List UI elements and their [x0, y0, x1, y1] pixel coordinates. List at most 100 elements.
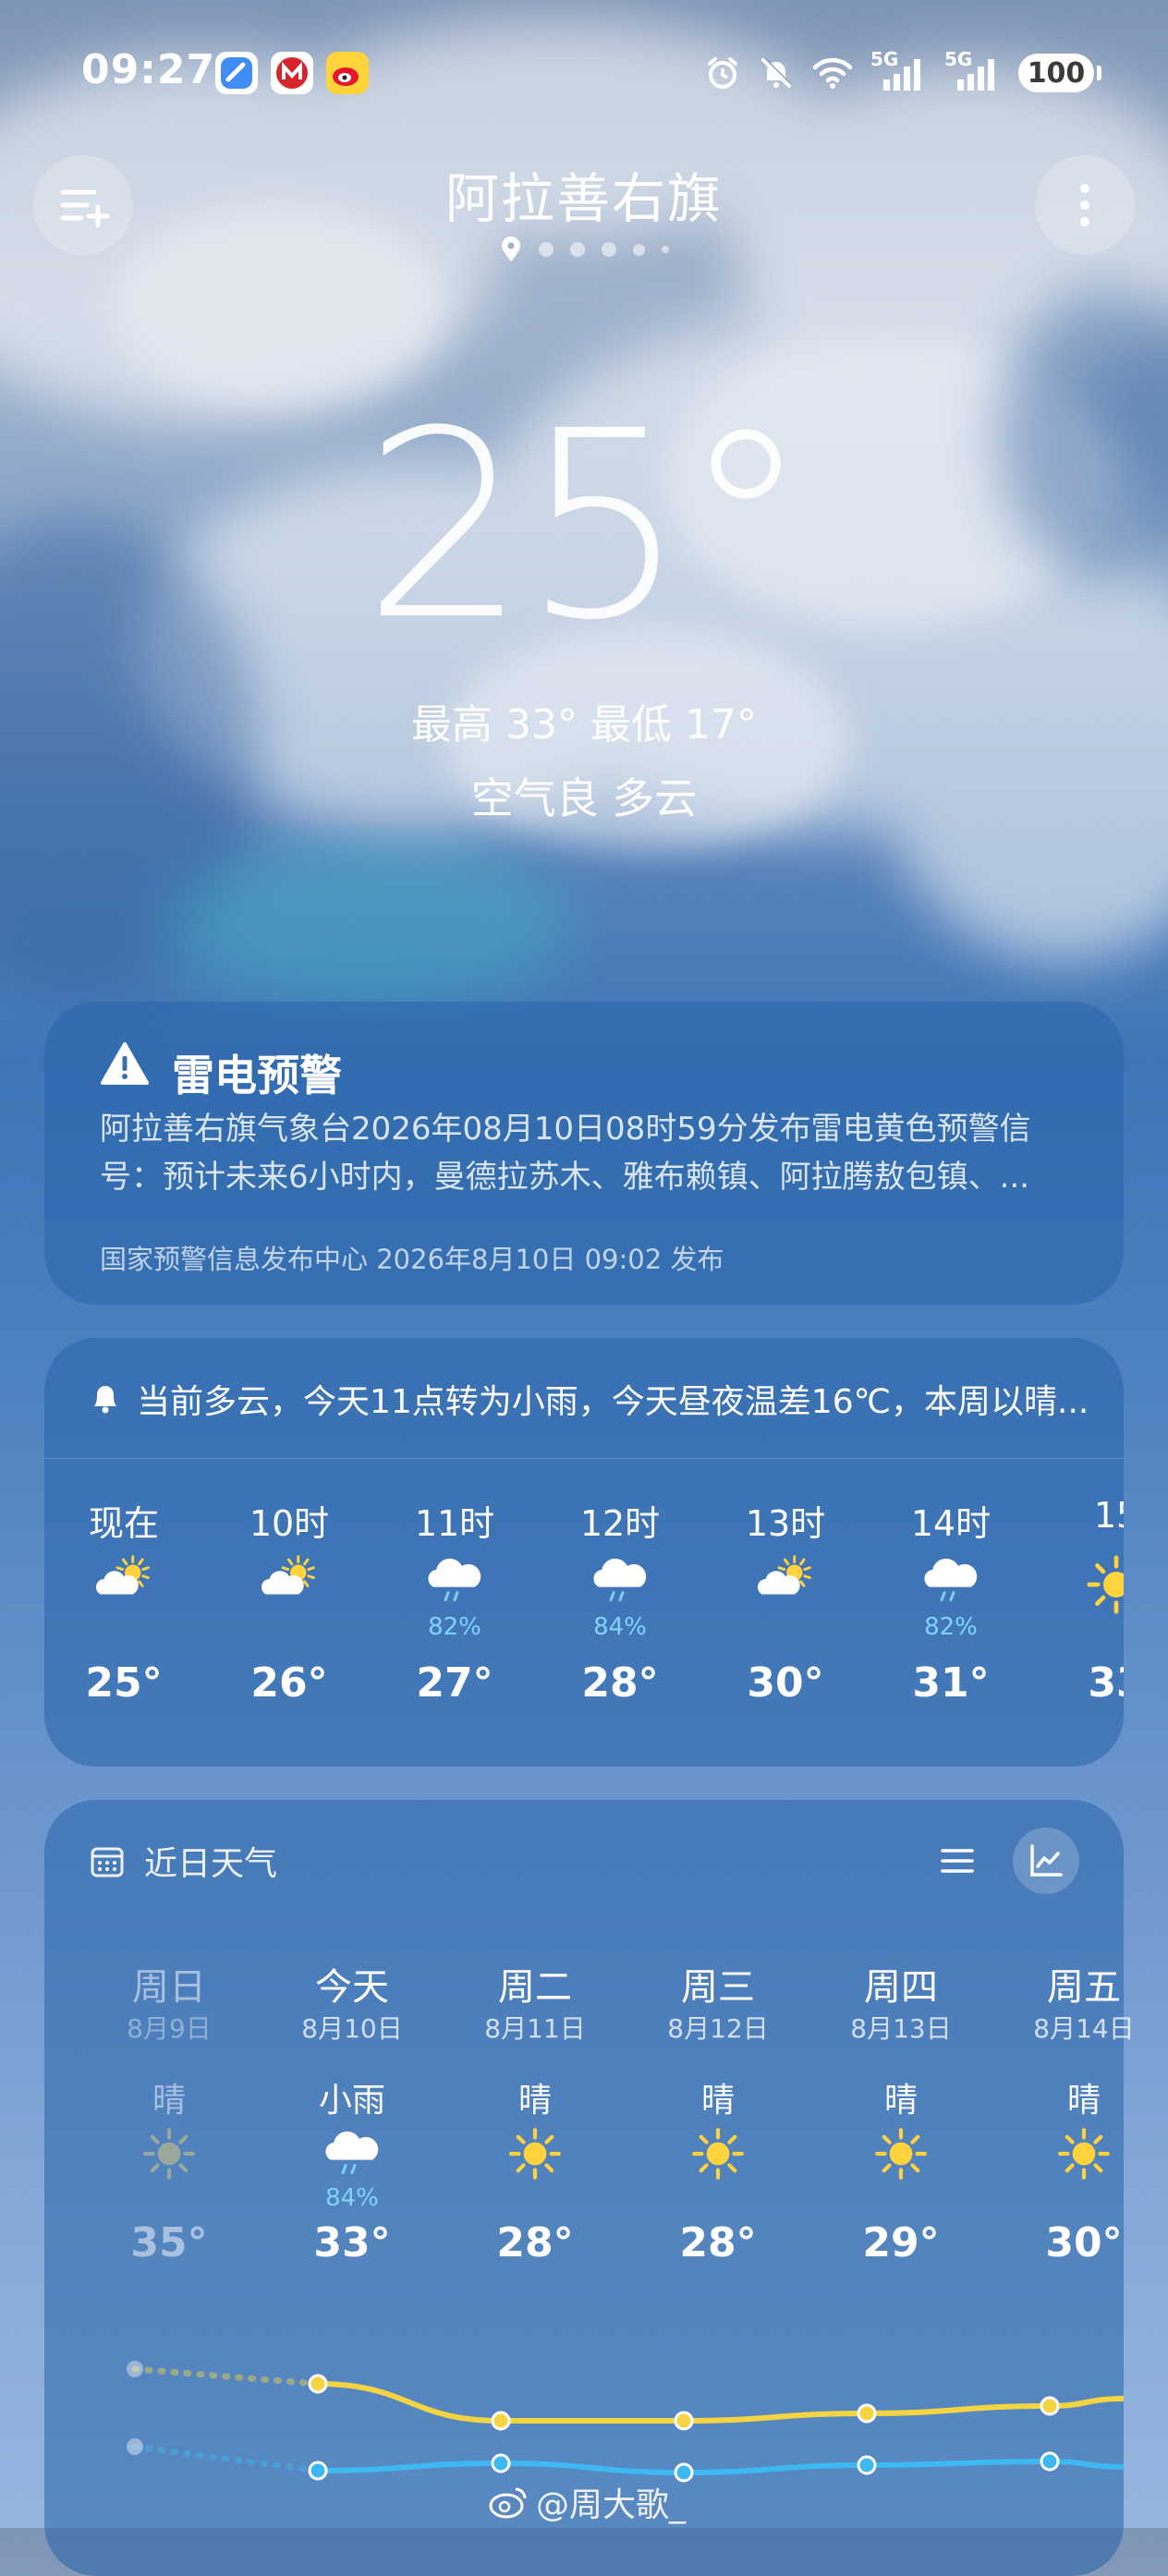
partly-cloudy-icon: [753, 1552, 818, 1608]
warning-icon: [101, 1042, 149, 1085]
signal-2-icon: 5G: [944, 48, 1002, 94]
sunny-icon: [1084, 1552, 1124, 1621]
day-condition: 晴: [152, 2082, 186, 2120]
daily-forecast-title: 近日天气: [144, 1845, 278, 1883]
hour-label: 现在: [88, 1503, 159, 1544]
day-item[interactable]: 周三 8月12日 晴 28°: [627, 1957, 809, 2266]
sunny-icon: [140, 2125, 198, 2186]
hourly-item: 12时 84% 28°: [537, 1495, 703, 1707]
weibo-app-icon: [326, 52, 369, 94]
precip-probability: 82%: [924, 1612, 978, 1641]
chart-view-button[interactable]: [1013, 1828, 1079, 1894]
alarm-icon: [708, 57, 737, 89]
status-bar: 09:27 5G 5G 100: [81, 46, 1101, 102]
daily-forecast-card[interactable]: 近日天气 周日 8月9日 晴 35° 今天 8月10日 小雨 84% 33° 周二 …: [44, 1800, 1135, 2576]
page-dot: [601, 242, 616, 257]
low-temp-point: [127, 2438, 143, 2455]
list-icon: [941, 1849, 974, 1873]
hourly-list[interactable]: 现在 25° 10时 26° 11时 82% 27° 12时 84% 28° 13时 3…: [44, 1495, 1124, 1772]
sunny-icon: [1055, 2125, 1113, 2186]
metro-app-icon: [271, 52, 313, 94]
high-temp-point: [674, 2411, 694, 2431]
day-condition: 晴: [700, 2082, 735, 2120]
page-dot: [569, 242, 585, 257]
day-condition: 晴: [883, 2082, 918, 2120]
hour-label: 10时: [249, 1503, 330, 1544]
day-date: 8月9日: [127, 2013, 212, 2044]
hourly-forecast-card[interactable]: 当前多云，今天11点转为小雨，今天昼夜温差16℃，本周以晴... 现在 25° 1…: [44, 1338, 1124, 1767]
high-temp-point: [127, 2361, 143, 2377]
weather-summary: 当前多云，今天11点转为小雨，今天昼夜温差16℃，本周以晴...: [137, 1383, 1089, 1421]
list-view-button[interactable]: [931, 1835, 983, 1887]
alert-source: 国家预警信息发布中心 2026年8月10日 09:02 发布: [100, 1244, 724, 1275]
hour-temperature: 31°: [912, 1659, 990, 1707]
hourly-item: 14时 82% 31°: [868, 1495, 1034, 1707]
watermark-text: @周大歌_: [536, 2486, 687, 2524]
high-temp-line: [315, 2381, 1124, 2424]
hourly-item: 11时 82% 27°: [371, 1495, 538, 1707]
calendar-icon: [91, 1847, 124, 1877]
page-indicator[interactable]: [0, 237, 1168, 262]
browser-app-icon: [215, 52, 258, 94]
status-icons: 5G 5G 100: [704, 48, 1101, 96]
status-time: 09:27: [81, 46, 216, 93]
battery-indicator: 100: [1018, 54, 1101, 92]
day-name: 周五: [1047, 1966, 1121, 2009]
more-options-button[interactable]: [1035, 155, 1135, 255]
hour-label: 14时: [910, 1503, 992, 1544]
day-date: 8月13日: [850, 2013, 952, 2044]
weather-alert-card[interactable]: 雷电预警 阿拉善右旗气象台2026年08月10日08时59分发布雷电黄色预警信号…: [44, 1002, 1124, 1305]
city-name: 阿拉善右旗: [444, 167, 723, 230]
day-item[interactable]: 周五 8月14日 晴 30°: [992, 1957, 1168, 2266]
day-high-temperature: 33°: [313, 2219, 391, 2266]
day-item[interactable]: 周二 8月11日 晴 28°: [444, 1957, 627, 2266]
low-temp-point: [308, 2461, 328, 2481]
day-item[interactable]: 周日 8月9日 晴 35°: [78, 1957, 261, 2266]
hour-label: 15: [1093, 1495, 1124, 1536]
low-temp-line-past: [131, 2443, 322, 2474]
day-name: 周二: [498, 1966, 572, 2009]
wifi-icon: [812, 57, 853, 89]
day-item[interactable]: 周四 8月13日 晴 29°: [809, 1957, 992, 2266]
day-high-temperature: 30°: [1045, 2219, 1123, 2266]
bell-icon: [94, 1386, 116, 1414]
partly-cloudy-icon: [91, 1552, 156, 1608]
high-temp-point: [857, 2403, 877, 2424]
light-rain-icon: [320, 2125, 384, 2184]
day-date: 8月12日: [667, 2013, 769, 2044]
high-temp-point: [491, 2411, 511, 2431]
high-low-temperature: 最高 33° 最低 17°: [411, 701, 757, 748]
low-temp-point: [857, 2455, 877, 2475]
page-dot: [632, 243, 645, 256]
hour-temperature: 30°: [747, 1659, 824, 1707]
light-rain-icon: [919, 1552, 983, 1611]
more-vertical-icon: [1080, 184, 1089, 226]
view-toggle[interactable]: [931, 1828, 1079, 1894]
day-high-temperature: 28°: [679, 2219, 757, 2266]
hourly-item: 15 33: [1033, 1495, 1124, 1707]
low-temp-point: [491, 2453, 511, 2473]
divider: [44, 1458, 1124, 1459]
hourly-item: 现在 25°: [44, 1495, 207, 1707]
watermark: @周大歌_: [488, 2478, 686, 2526]
sunny-icon: [689, 2125, 747, 2186]
daily-forecast-header: 近日天气: [89, 1837, 277, 1885]
day-condition: 晴: [517, 2082, 552, 2120]
air-quality-condition[interactable]: 空气良 多云: [0, 765, 1168, 826]
hour-temperature: 27°: [416, 1659, 493, 1707]
line-chart-icon: [1030, 1844, 1063, 1877]
hour-label: 13时: [745, 1503, 826, 1544]
location-pin-icon: [501, 237, 520, 261]
alert-title: 雷电预警: [172, 1051, 342, 1100]
hour-label: 11时: [414, 1503, 495, 1544]
day-item[interactable]: 今天 8月10日 小雨 84% 33°: [261, 1957, 444, 2266]
hour-temperature: 28°: [581, 1659, 659, 1707]
alert-body: 阿拉善右旗气象台2026年08月10日08时59分发布雷电黄色预警信号：预计未来…: [100, 1111, 1031, 1196]
signal-1-icon: 5G: [870, 48, 928, 94]
page-dot: [661, 246, 669, 253]
mute-icon: [761, 57, 792, 88]
day-name: 周日: [132, 1966, 206, 2009]
precip-probability: 84%: [593, 1612, 647, 1641]
high-temp-point: [1040, 2396, 1060, 2416]
hour-temperature: 33: [1088, 1659, 1124, 1707]
